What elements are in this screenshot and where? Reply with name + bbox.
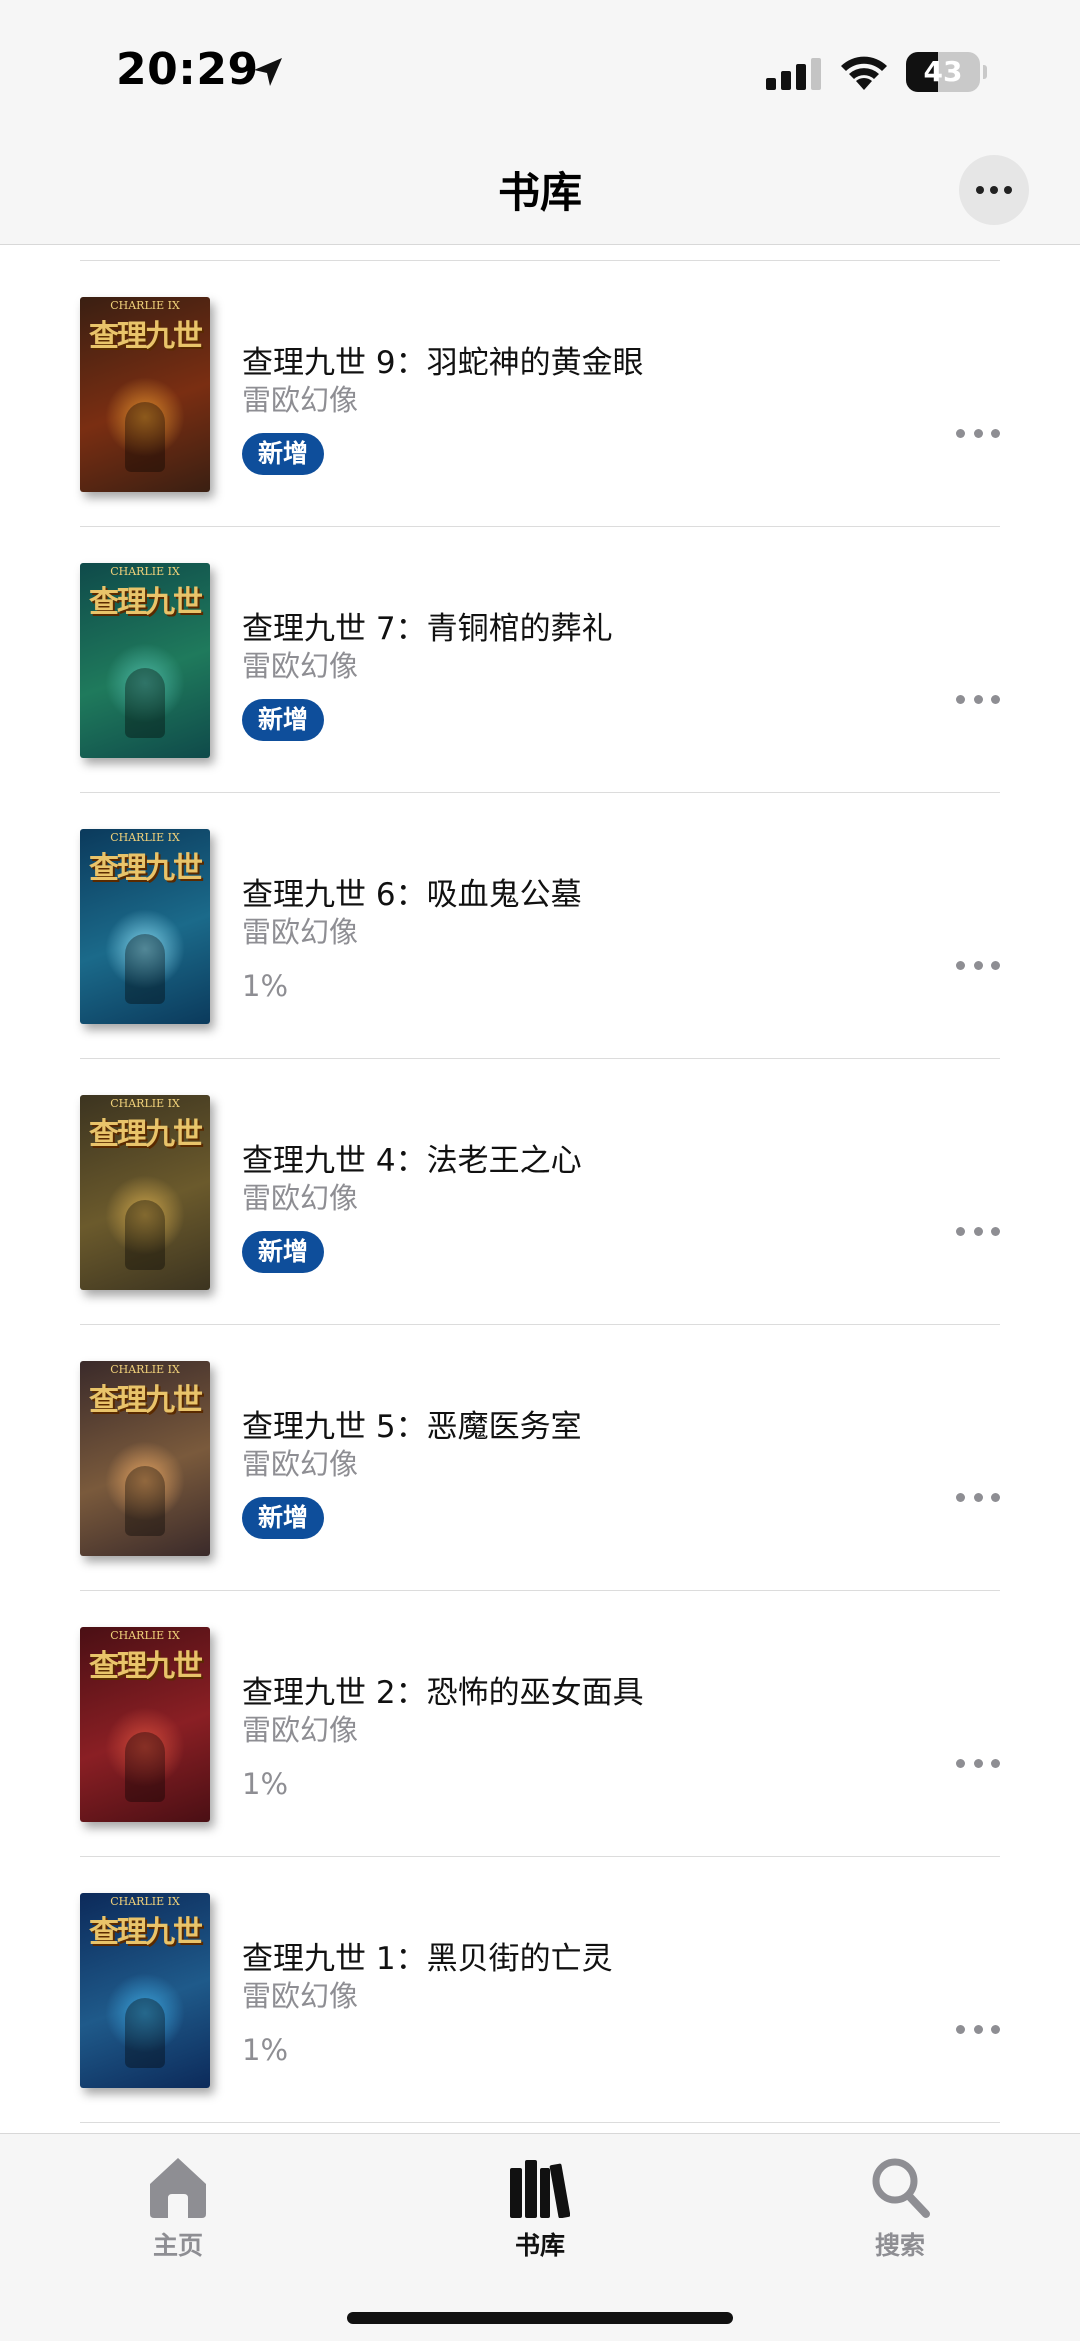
book-title[interactable]: 查理九世 5：恶魔医务室 <box>242 1401 582 1446</box>
book-more-button[interactable] <box>956 691 1000 707</box>
book-title[interactable]: 查理九世 9：羽蛇神的黄金眼 <box>242 337 644 382</box>
book-author: 雷欧幻像 <box>242 1979 359 2013</box>
ellipsis-icon <box>956 1492 965 1502</box>
book-more-button[interactable] <box>956 957 1000 973</box>
cover-logo: 查理九世 <box>89 851 203 886</box>
book-list[interactable]: CHARLIE IX 查理九世 查理九世 9：羽蛇神的黄金眼 雷欧幻像 新增 CHARLI… <box>0 246 1080 2133</box>
book-title[interactable]: 查理九世 2：恐怖的巫女面具 <box>242 1667 644 1712</box>
tab-home[interactable]: 主页 <box>98 2144 258 2274</box>
book-title[interactable]: 查理九世 6：吸血鬼公墓 <box>242 869 582 914</box>
book-more-button[interactable] <box>956 1489 1000 1505</box>
book-cover[interactable]: CHARLIE IX 查理九世 <box>80 1893 210 2088</box>
new-badge: 新增 <box>242 433 325 475</box>
book-more-button[interactable] <box>956 1755 1000 1771</box>
more-options-button[interactable] <box>959 155 1029 225</box>
book-row[interactable]: CHARLIE IX 查理九世 查理九世 4：法老王之心 雷欧幻像新增 <box>0 1059 1080 1325</box>
new-badge: 新增 <box>242 699 325 741</box>
divider <box>80 2122 1000 2123</box>
cover-logo: 查理九世 <box>89 1649 203 1684</box>
wifi-icon <box>841 56 887 90</box>
home-indicator <box>347 2312 733 2324</box>
cover-logo: 查理九世 <box>89 1383 203 1418</box>
navigation-bar: 书库 <box>0 145 1080 245</box>
ellipsis-icon <box>956 428 965 438</box>
cellular-signal-icon <box>766 58 821 90</box>
book-row[interactable]: CHARLIE IX 查理九世 查理九世 6：吸血鬼公墓 雷欧幻像 1% <box>0 793 1080 1059</box>
tab-search-label: 搜索 <box>874 2231 925 2260</box>
page-title: 书库 <box>497 168 582 217</box>
book-cover[interactable]: CHARLIE IX 查理九世 <box>80 563 210 758</box>
tab-search[interactable]: 搜索 <box>820 2144 980 2274</box>
ellipsis-icon <box>976 186 984 194</box>
location-arrow-icon <box>254 58 282 86</box>
cover-logo: 查理九世 <box>89 319 203 354</box>
book-cover[interactable]: CHARLIE IX 查理九世 <box>80 829 210 1024</box>
new-badge: 新增 <box>242 1231 325 1273</box>
battery-icon: 43 <box>906 52 987 92</box>
book-title[interactable]: 查理九世 1：黑贝街的亡灵 <box>242 1933 613 1978</box>
book-row[interactable]: CHARLIE IX 查理九世 查理九世 5：恶魔医务室 雷欧幻像新增 <box>0 1325 1080 1591</box>
book-row[interactable]: CHARLIE IX 查理九世 查理九世 9：羽蛇神的黄金眼 雷欧幻像新增 <box>0 261 1080 527</box>
tab-library[interactable]: 书库 <box>460 2144 620 2274</box>
book-author: 雷欧幻像 <box>242 1181 359 1215</box>
book-more-button[interactable] <box>956 1223 1000 1239</box>
book-cover[interactable]: CHARLIE IX 查理九世 <box>80 1627 210 1822</box>
book-author: 雷欧幻像 <box>242 1713 359 1747</box>
ellipsis-icon <box>956 2024 965 2034</box>
ellipsis-icon <box>956 960 965 970</box>
tab-library-label: 书库 <box>514 2231 565 2260</box>
battery-level: 43 <box>923 55 963 88</box>
cover-logo: 查理九世 <box>89 1117 203 1152</box>
reading-progress: 1% <box>242 2033 289 2067</box>
cover-logo: 查理九世 <box>89 585 203 620</box>
book-title[interactable]: 查理九世 7：青铜棺的葬礼 <box>242 603 613 648</box>
home-icon <box>150 2158 206 2218</box>
book-author: 雷欧幻像 <box>242 383 359 417</box>
book-title[interactable]: 查理九世 4：法老王之心 <box>242 1135 582 1180</box>
library-icon <box>510 2160 570 2218</box>
book-more-button[interactable] <box>956 2021 1000 2037</box>
book-cover[interactable]: CHARLIE IX 查理九世 <box>80 297 210 492</box>
search-icon <box>872 2158 930 2218</box>
book-row[interactable]: CHARLIE IX 查理九世 查理九世 7：青铜棺的葬礼 雷欧幻像新增 <box>0 527 1080 793</box>
ellipsis-icon <box>956 1226 965 1236</box>
tab-home-label: 主页 <box>152 2231 203 2260</box>
status-bar: 20:29 43 <box>0 0 1080 145</box>
book-more-button[interactable] <box>956 425 1000 441</box>
reading-progress: 1% <box>242 969 289 1003</box>
cover-logo: 查理九世 <box>89 1915 203 1950</box>
book-author: 雷欧幻像 <box>242 1447 359 1481</box>
ellipsis-icon <box>956 1758 965 1768</box>
book-cover[interactable]: CHARLIE IX 查理九世 <box>80 1095 210 1290</box>
book-cover[interactable]: CHARLIE IX 查理九世 <box>80 1361 210 1556</box>
new-badge: 新增 <box>242 1497 325 1539</box>
book-row[interactable]: CHARLIE IX 查理九世 查理九世 2：恐怖的巫女面具 雷欧幻像 1% <box>0 1591 1080 1857</box>
status-time: 20:29 <box>116 44 259 95</box>
tab-bar: 主页 书库 搜索 <box>0 2133 1080 2341</box>
book-author: 雷欧幻像 <box>242 915 359 949</box>
reading-progress: 1% <box>242 1767 289 1801</box>
book-row[interactable]: CHARLIE IX 查理九世 查理九世 1：黑贝街的亡灵 雷欧幻像 1% <box>0 1857 1080 2123</box>
book-author: 雷欧幻像 <box>242 649 359 683</box>
ellipsis-icon <box>956 694 965 704</box>
